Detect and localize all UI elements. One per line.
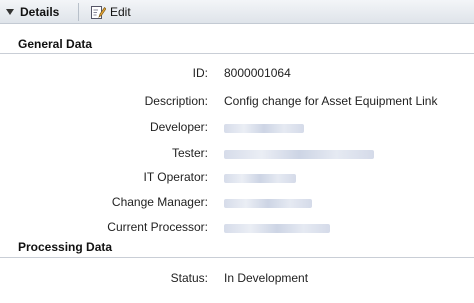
section-divider — [0, 53, 474, 54]
details-label: Details — [20, 5, 60, 19]
triangle-down-icon — [6, 9, 14, 15]
field-row-description: Description: Config change for Asset Equ… — [0, 94, 474, 112]
edit-button[interactable]: Edit — [90, 3, 131, 21]
description-value: Config change for Asset Equipment Link — [224, 94, 438, 108]
section-divider — [0, 257, 474, 258]
field-row-id: ID: 8000001064 — [0, 66, 474, 84]
status-value: In Development — [224, 271, 309, 285]
field-row-current-processor: Current Processor: — [0, 220, 474, 238]
details-toolbar: Details Edit — [0, 0, 474, 24]
details-toggle-button[interactable]: Details — [6, 4, 59, 20]
description-label: Description: — [144, 94, 208, 108]
toolbar-separator — [78, 3, 79, 21]
it-operator-label: IT Operator: — [143, 170, 208, 184]
change-manager-value-redacted — [224, 199, 312, 208]
id-label: ID: — [192, 66, 208, 80]
current-processor-value-redacted — [224, 224, 330, 233]
edit-pencil-icon — [91, 6, 106, 19]
it-operator-value-redacted — [224, 174, 296, 183]
edit-label: Edit — [110, 5, 131, 19]
general-data-heading: General Data — [18, 37, 93, 51]
field-row-it-operator: IT Operator: — [0, 170, 474, 188]
processing-data-heading: Processing Data — [18, 240, 113, 254]
id-value: 8000001064 — [224, 66, 291, 80]
current-processor-label: Current Processor: — [107, 220, 208, 234]
change-manager-label: Change Manager: — [111, 195, 208, 209]
field-row-status: Status: In Development — [0, 271, 474, 289]
developer-value-redacted — [224, 124, 304, 133]
field-row-developer: Developer: — [0, 120, 474, 138]
field-row-tester: Tester: — [0, 146, 474, 164]
tester-value-redacted — [224, 150, 374, 159]
developer-label: Developer: — [149, 120, 208, 134]
details-panel: Details Edit General Data ID: 8000001064… — [0, 0, 474, 303]
tester-label: Tester: — [171, 146, 208, 160]
field-row-change-manager: Change Manager: — [0, 195, 474, 213]
status-label: Status: — [170, 271, 208, 285]
